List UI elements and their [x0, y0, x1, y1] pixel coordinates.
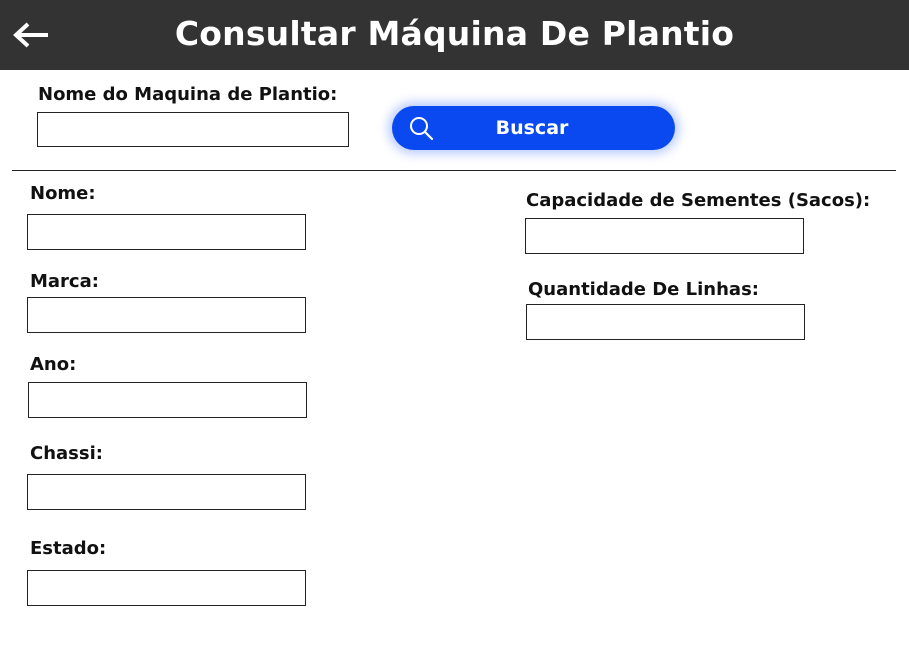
estado-input[interactable]	[27, 570, 306, 606]
ano-label: Ano:	[30, 354, 77, 375]
chassi-input[interactable]	[27, 474, 306, 510]
search-button[interactable]: Buscar	[392, 106, 675, 150]
marca-input[interactable]	[27, 297, 306, 333]
chassi-label: Chassi:	[30, 443, 103, 464]
search-name-input[interactable]	[37, 112, 349, 147]
estado-label: Estado:	[30, 538, 107, 559]
capacidade-label: Capacidade de Sementes (Sacos):	[526, 190, 871, 211]
divider	[12, 170, 896, 171]
header-bar: Consultar Máquina De Plantio	[0, 0, 909, 70]
page-title: Consultar Máquina De Plantio	[174, 14, 735, 53]
search-name-label: Nome do Maquina de Plantio:	[38, 84, 338, 105]
search-icon	[410, 117, 434, 141]
search-button-label: Buscar	[495, 117, 569, 139]
back-button[interactable]	[10, 18, 50, 52]
capacidade-input[interactable]	[525, 218, 804, 254]
nome-label: Nome:	[30, 183, 96, 204]
page: Consultar Máquina De Plantio Nome do Maq…	[0, 0, 909, 648]
arrow-left-icon	[13, 22, 48, 48]
linhas-label: Quantidade De Linhas:	[528, 279, 759, 300]
marca-label: Marca:	[30, 271, 99, 292]
nome-input[interactable]	[27, 214, 306, 250]
linhas-input[interactable]	[526, 304, 805, 340]
ano-input[interactable]	[28, 382, 307, 418]
